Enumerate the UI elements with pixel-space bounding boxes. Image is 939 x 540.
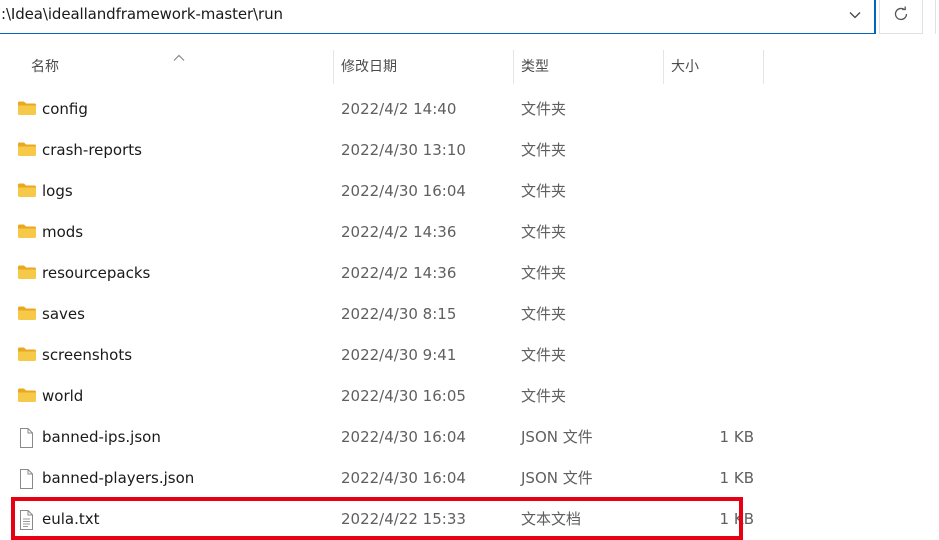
file-row[interactable]: saves 2022/4/30 8:15 文件夹 (0, 294, 939, 335)
file-size (663, 294, 754, 335)
folder-icon (17, 141, 37, 159)
column-divider[interactable] (763, 50, 764, 84)
folder-icon (17, 182, 37, 200)
file-type: 文件夹 (521, 223, 567, 241)
folder-icon (17, 346, 37, 364)
column-header-type[interactable]: 类型 (513, 50, 663, 84)
file-name: crash-reports (42, 141, 142, 159)
file-modified-date: 2022/4/30 9:41 (341, 346, 457, 364)
folder-icon (17, 305, 37, 323)
file-name: mods (42, 223, 84, 241)
file-icon (17, 428, 37, 448)
column-header-date[interactable]: 修改日期 (333, 50, 513, 84)
file-name: world (42, 387, 84, 405)
file-size: 1 KB (719, 469, 754, 487)
file-modified-date: 2022/4/30 8:15 (341, 305, 457, 323)
file-type: 文件夹 (521, 141, 567, 159)
file-row[interactable]: world 2022/4/30 16:05 文件夹 (0, 376, 939, 417)
column-header-size[interactable]: 大小 (663, 50, 763, 84)
file-type: 文件夹 (521, 305, 567, 323)
file-size (663, 253, 754, 294)
folder-icon (17, 387, 37, 405)
file-row[interactable]: logs 2022/4/30 16:04 文件夹 (0, 171, 939, 212)
file-row[interactable]: resourcepacks 2022/4/2 14:36 文件夹 (0, 253, 939, 294)
file-type: 文件夹 (521, 264, 567, 282)
file-type: 文本文档 (521, 510, 582, 528)
file-modified-date: 2022/4/30 16:05 (341, 387, 466, 405)
file-size (663, 130, 754, 171)
folder-icon (17, 264, 37, 282)
file-modified-date: 2022/4/30 13:10 (341, 141, 466, 159)
file-type: 文件夹 (521, 387, 567, 405)
address-path[interactable]: :\Idea\ideallandframework-master\run (1, 5, 283, 23)
file-row[interactable]: eula.txt 2022/4/22 15:33 文本文档 1 KB (0, 499, 939, 540)
file-modified-date: 2022/4/30 16:04 (341, 182, 466, 200)
file-type: 文件夹 (521, 182, 567, 200)
file-size: 1 KB (719, 428, 754, 446)
refresh-button[interactable] (879, 0, 923, 34)
file-name: resourcepacks (42, 264, 151, 282)
folder-icon (17, 100, 37, 118)
file-row[interactable]: screenshots 2022/4/30 9:41 文件夹 (0, 335, 939, 376)
file-size (663, 376, 754, 417)
file-list: config 2022/4/2 14:40 文件夹 crash-reports … (0, 89, 939, 540)
file-size (663, 171, 754, 212)
refresh-icon (892, 5, 910, 27)
folder-icon (17, 223, 37, 241)
file-row[interactable]: banned-players.json 2022/4/30 16:04 JSON… (0, 458, 939, 499)
file-size (663, 89, 754, 130)
file-type: 文件夹 (521, 346, 567, 364)
file-icon (17, 469, 37, 489)
file-name: screenshots (42, 346, 133, 364)
file-name: banned-ips.json (42, 428, 161, 446)
file-size (663, 335, 754, 376)
file-row[interactable]: mods 2022/4/2 14:36 文件夹 (0, 212, 939, 253)
file-modified-date: 2022/4/30 16:04 (341, 428, 466, 446)
file-modified-date: 2022/4/22 15:33 (341, 510, 466, 528)
file-name: logs (42, 182, 73, 200)
file-size (663, 212, 754, 253)
address-bar[interactable]: :\Idea\ideallandframework-master\run (0, 0, 876, 34)
file-row[interactable]: banned-ips.json 2022/4/30 16:04 JSON 文件 … (0, 417, 939, 458)
file-name: banned-players.json (42, 469, 195, 487)
file-name: saves (42, 305, 85, 323)
file-row[interactable]: crash-reports 2022/4/30 13:10 文件夹 (0, 130, 939, 171)
text-file-icon (17, 510, 37, 530)
file-type: 文件夹 (521, 100, 567, 118)
file-modified-date: 2022/4/30 16:04 (341, 469, 466, 487)
file-type: JSON 文件 (521, 469, 593, 487)
column-header-row: 名称 修改日期 类型 大小 (0, 50, 939, 84)
file-modified-date: 2022/4/2 14:40 (341, 100, 457, 118)
column-header-name[interactable]: 名称 (23, 50, 333, 84)
file-size: 1 KB (719, 510, 754, 528)
chevron-down-icon[interactable] (843, 3, 867, 27)
file-row[interactable]: config 2022/4/2 14:40 文件夹 (0, 89, 939, 130)
file-modified-date: 2022/4/2 14:36 (341, 223, 457, 241)
file-name: config (42, 100, 88, 118)
search-box[interactable] (935, 0, 939, 34)
file-modified-date: 2022/4/2 14:36 (341, 264, 457, 282)
file-type: JSON 文件 (521, 428, 593, 446)
file-name: eula.txt (42, 510, 100, 528)
